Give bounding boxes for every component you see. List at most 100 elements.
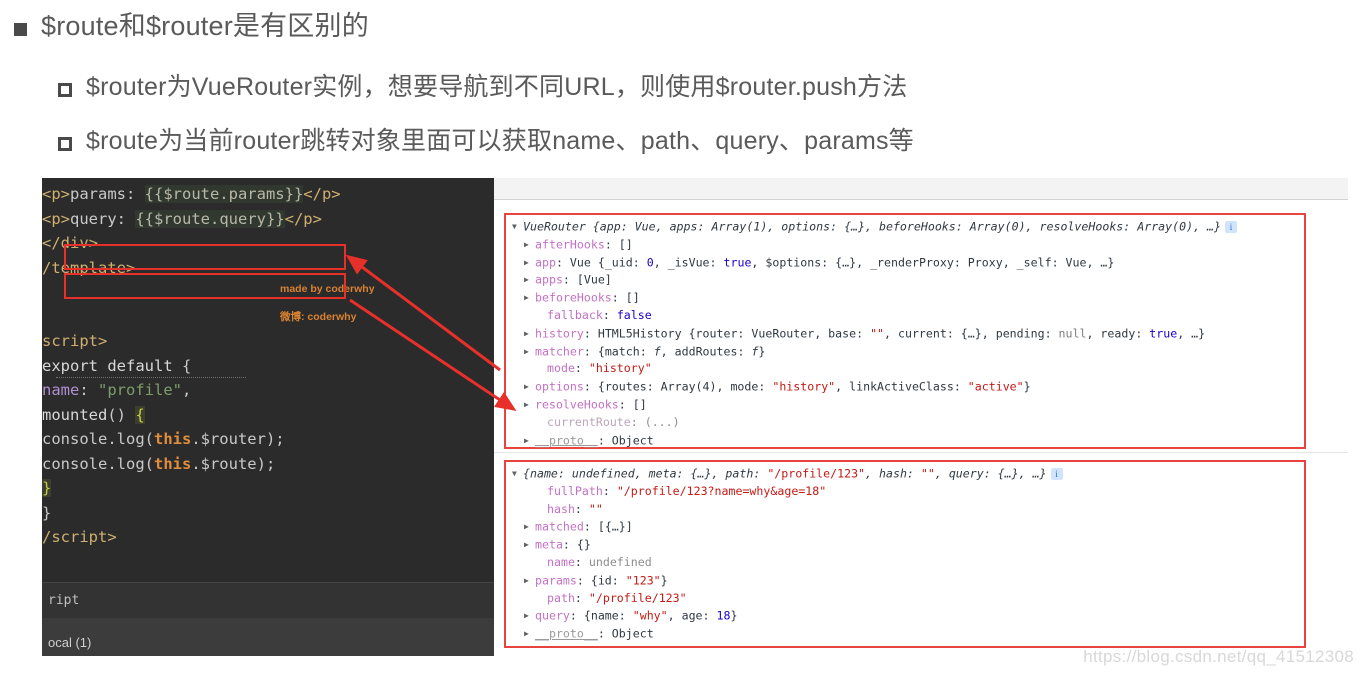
console-token: __proto__ — [535, 432, 598, 447]
expand-triangle-right-icon[interactable]: ▶ — [524, 432, 534, 450]
console-token: : {} — [562, 537, 591, 552]
highlight-box-console-log-router — [64, 244, 346, 270]
console-property-row[interactable]: path: "/profile/123" — [506, 590, 1304, 608]
console-token: } — [758, 343, 766, 358]
code-line: <p>query: {{$route.query}}</p> — [42, 207, 494, 232]
console-property-row[interactable]: ▶ resolveHooks: [] — [506, 396, 1304, 414]
console-token: } — [1023, 379, 1031, 394]
code-line: /script> — [42, 525, 494, 550]
console-token: __proto__ — [535, 626, 598, 641]
info-badge-icon[interactable]: i — [1225, 220, 1238, 233]
console-property-row[interactable]: ▶ apps: [Vue] — [506, 271, 1304, 289]
console-property-row[interactable]: mode: "history" — [506, 360, 1304, 378]
expand-triangle-right-icon[interactable]: ▶ — [524, 236, 534, 254]
console-token: : {match: — [583, 343, 654, 358]
console-property-row[interactable]: ▶ afterHooks: [] — [506, 236, 1304, 254]
code-token: console.log( — [42, 454, 154, 473]
code-token: script> — [42, 332, 108, 350]
console-token: : HTML5History {router: VueRouter, base: — [583, 326, 871, 341]
console-entry-vuerouter[interactable]: ▼ VueRouter {app: Vue, apps: Array(1), op… — [504, 213, 1306, 449]
console-property-row[interactable]: name: undefined — [506, 554, 1304, 572]
console-token: , age: — [667, 608, 717, 623]
code-line: console.log(this.$router); — [42, 427, 494, 452]
console-property-row[interactable]: ▼ VueRouter {app: Vue, apps: Array(1), op… — [506, 218, 1304, 236]
console-token: resolveHooks — [535, 397, 619, 412]
console-property-row[interactable]: hash: "" — [506, 501, 1304, 519]
console-token: params — [535, 573, 577, 588]
console-property-row[interactable]: fullPath: "/profile/123?name=why&age=18" — [506, 483, 1304, 501]
expand-triangle-right-icon[interactable]: ▶ — [524, 343, 534, 361]
console-token: : {name: — [569, 608, 633, 623]
slide-page: $route和$router是有区别的 $router为VueRouter实例，… — [0, 0, 1364, 673]
console-token: : [] — [618, 397, 647, 412]
console-token: query — [535, 608, 570, 623]
bullet-level1: $route和$router是有区别的 — [14, 10, 369, 44]
code-token: mounted — [42, 405, 108, 424]
console-property-row[interactable]: ▼ {name: undefined, meta: {…}, path: "/pr… — [506, 465, 1304, 483]
console-property-row[interactable]: ▶ params: {id: "123"} — [506, 572, 1304, 590]
expand-triangle-down-icon[interactable]: ▼ — [512, 465, 522, 483]
console-token: : — [574, 501, 589, 516]
expand-triangle-right-icon[interactable]: ▶ — [524, 607, 534, 625]
code-token: } — [42, 503, 52, 522]
console-token: "/profile/123?name=why&age=18" — [616, 483, 827, 498]
console-property-row[interactable]: ▶ __proto__: Object — [506, 432, 1304, 450]
console-token: true — [1149, 326, 1178, 341]
console-property-row[interactable]: ▶ beforeHooks: [] — [506, 289, 1304, 307]
console-property-row[interactable]: currentRoute: (...) — [506, 414, 1304, 432]
code-line: console.log(this.$route); — [42, 452, 494, 477]
console-token: app — [535, 255, 556, 269]
bullet-level2-route-text: $route为当前router跳转对象里面可以获取name、path、query… — [86, 127, 914, 155]
console-property-row[interactable]: ▶ matcher: {match: f, addRoutes: f} — [506, 343, 1304, 361]
expand-triangle-right-icon[interactable]: ▶ — [524, 378, 534, 396]
code-line: export default { — [42, 354, 494, 378]
console-token: , $options: {…}, _renderProxy: Proxy, _s… — [751, 255, 1115, 269]
expand-triangle-right-icon[interactable]: ▶ — [524, 536, 534, 554]
console-token: : — [574, 361, 589, 376]
code-token: , — [182, 381, 192, 399]
console-property-row[interactable]: ▶ options: {routes: Array(4), mode: "hist… — [506, 378, 1304, 396]
console-token: : (...) — [630, 414, 680, 429]
code-editor-pane[interactable]: <p>params: {{$route.params}}</p> <p>query… — [42, 178, 494, 582]
expand-triangle-right-icon[interactable]: ▶ — [524, 625, 534, 643]
console-property-row[interactable]: ▶ query: {name: "why", age: 18} — [506, 607, 1304, 625]
expand-triangle-right-icon[interactable]: ▶ — [524, 572, 534, 590]
expand-triangle-right-icon[interactable]: ▶ — [524, 254, 534, 272]
expand-triangle-right-icon[interactable]: ▶ — [524, 271, 534, 289]
devtools-toolbar[interactable] — [494, 178, 1348, 200]
info-badge-icon[interactable]: i — [1050, 467, 1063, 480]
code-line: <p>params: {{$route.params}}</p> — [42, 182, 494, 207]
console-token: , ready: — [1086, 326, 1150, 341]
console-token: "active" — [967, 379, 1024, 394]
console-token: : [Vue] — [562, 272, 612, 287]
console-property-row[interactable]: ▶ meta: {} — [506, 536, 1304, 554]
expand-triangle-down-icon[interactable]: ▼ — [512, 218, 522, 236]
console-token: "history" — [588, 361, 652, 376]
code-token: .$router); — [191, 430, 285, 448]
expand-triangle-right-icon[interactable]: ▶ — [524, 289, 534, 307]
console-property-row[interactable]: ▶ history: HTML5History {router: VueRoute… — [506, 325, 1304, 343]
expand-triangle-right-icon[interactable]: ▶ — [524, 518, 534, 536]
console-token: beforeHooks — [535, 290, 612, 305]
console-entry-route[interactable]: ▼ {name: undefined, meta: {…}, path: "/pr… — [504, 460, 1306, 648]
code-token: .$route); — [191, 454, 276, 473]
expand-triangle-right-icon[interactable]: ▶ — [524, 325, 534, 343]
code-line: } — [42, 476, 494, 501]
code-token: </p> — [284, 209, 322, 228]
console-token: : [] — [604, 237, 633, 252]
filled-square-bullet-icon — [14, 23, 27, 36]
console-token: matched — [535, 519, 584, 534]
console-property-row[interactable]: fallback: false — [506, 307, 1304, 325]
console-token: , hash: — [865, 466, 921, 481]
console-output[interactable]: ▼ VueRouter {app: Vue, apps: Array(1), op… — [494, 200, 1348, 656]
console-property-row[interactable]: ▶ app: Vue {_uid: 0, _isVue: true, $optio… — [506, 254, 1304, 272]
console-property-row[interactable]: ▶ __proto__: Object — [506, 625, 1304, 643]
code-token: } — [42, 479, 52, 497]
code-token: this — [153, 454, 192, 473]
console-token: : — [574, 590, 589, 605]
code-token: /script> — [42, 528, 117, 546]
expand-triangle-right-icon[interactable]: ▶ — [524, 396, 534, 414]
console-token: apps — [535, 272, 563, 287]
console-property-row[interactable]: ▶ matched: [{…}] — [506, 518, 1304, 536]
editor-bottom-bar: ocal (1) — [42, 618, 494, 656]
